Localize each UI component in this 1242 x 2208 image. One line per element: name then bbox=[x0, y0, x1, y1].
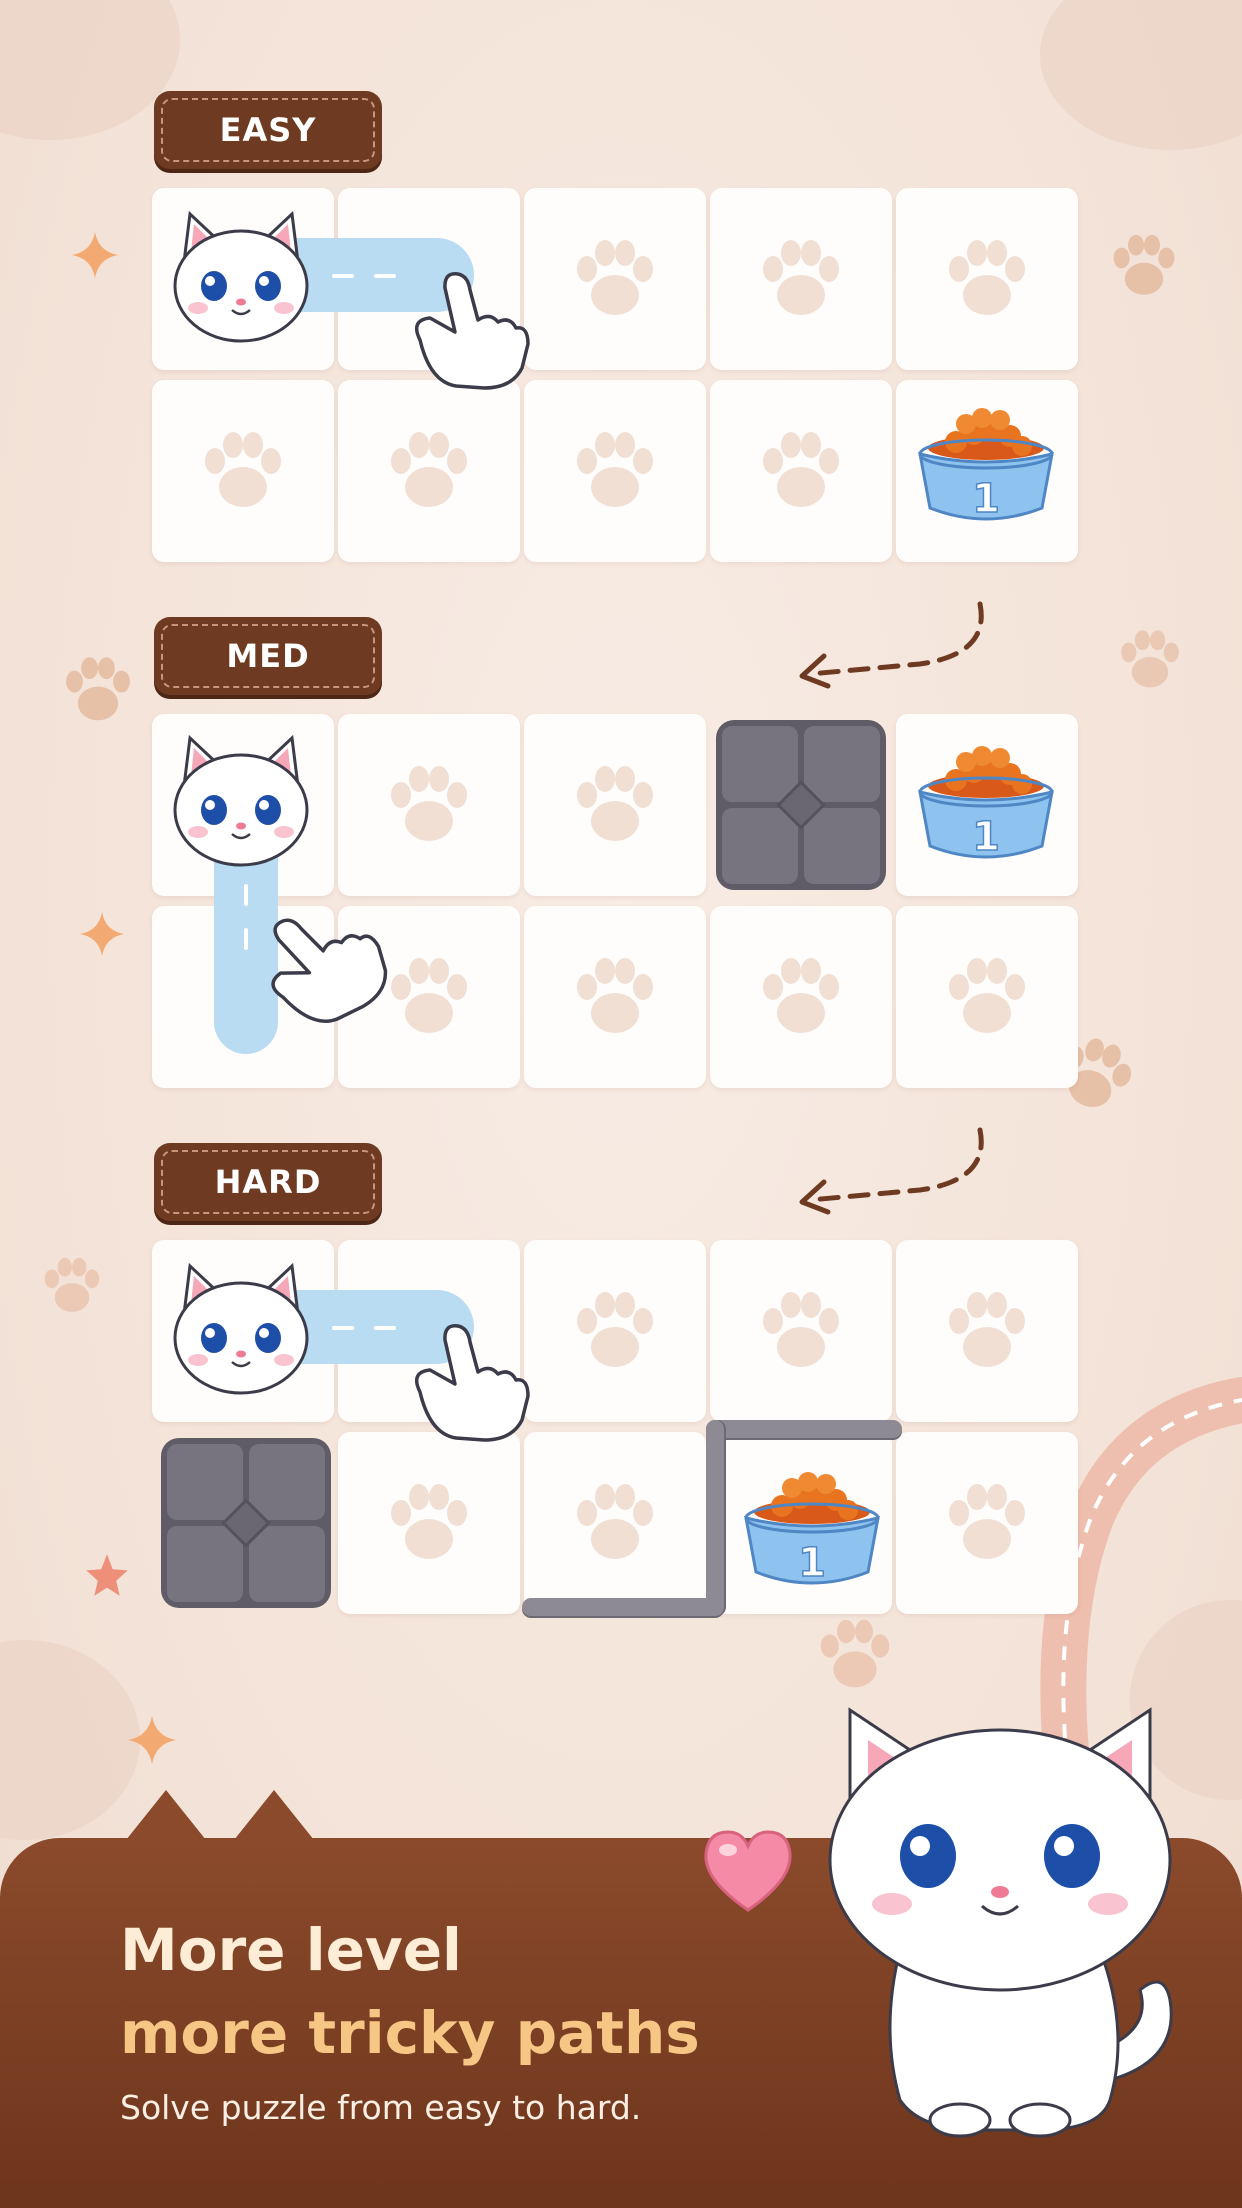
paw-icon bbox=[391, 1484, 467, 1559]
bowl-number: 1 bbox=[797, 1539, 826, 1587]
star-icon bbox=[86, 1554, 128, 1596]
food-bowl[interactable]: 1 bbox=[906, 396, 1066, 536]
grid-cell[interactable] bbox=[524, 188, 706, 370]
paw-icon bbox=[763, 432, 839, 507]
grid-cell[interactable] bbox=[710, 906, 892, 1088]
headline-line2: more tricky paths bbox=[120, 1999, 700, 2067]
paw-icon bbox=[577, 240, 653, 315]
paw-icon bbox=[949, 958, 1025, 1033]
dashed-arrow-icon bbox=[790, 594, 1010, 704]
paw-icon bbox=[391, 958, 467, 1033]
food-bowl[interactable]: 1 bbox=[732, 1460, 892, 1600]
grid-cell[interactable] bbox=[710, 1240, 892, 1422]
game-promo-screen: EASY 1 MED 1 HARD 1 More level more tric… bbox=[0, 0, 1242, 2208]
paw-icon bbox=[205, 432, 281, 507]
paw-icon bbox=[763, 240, 839, 315]
grid-cell[interactable] bbox=[152, 380, 334, 562]
dashed-arrow-icon bbox=[790, 1120, 1010, 1230]
cat-mascot bbox=[828, 1707, 1173, 2138]
grid-cell[interactable] bbox=[338, 380, 520, 562]
wall-barrier bbox=[706, 1420, 902, 1438]
grid-cell[interactable] bbox=[896, 188, 1078, 370]
sparkle-icon bbox=[72, 232, 118, 278]
grid-cell[interactable] bbox=[524, 714, 706, 896]
paw-icon bbox=[391, 432, 467, 507]
headline-line1: More level bbox=[120, 1916, 462, 1984]
grid-cell[interactable] bbox=[710, 380, 892, 562]
paw-icon bbox=[949, 1292, 1025, 1367]
grid-cell[interactable] bbox=[710, 188, 892, 370]
paw-icon bbox=[391, 766, 467, 841]
subtitle: Solve puzzle from easy to hard. bbox=[120, 2088, 642, 2127]
wall-barrier bbox=[706, 1420, 724, 1616]
cat-icon[interactable] bbox=[156, 1256, 326, 1406]
board-hard: 1 bbox=[152, 1240, 1084, 1616]
paw-icon bbox=[577, 766, 653, 841]
grid-cell-blocked bbox=[710, 714, 892, 896]
level-badge-med: MED bbox=[154, 617, 382, 695]
paw-icon bbox=[577, 432, 653, 507]
heart-icon bbox=[704, 1830, 792, 1912]
cat-icon[interactable] bbox=[156, 728, 326, 878]
grid-cell[interactable] bbox=[338, 714, 520, 896]
food-bowl[interactable]: 1 bbox=[906, 734, 1066, 874]
paw-icon bbox=[1113, 234, 1175, 295]
paw-icon bbox=[949, 240, 1025, 315]
grid-cell[interactable] bbox=[524, 906, 706, 1088]
grid-cell[interactable] bbox=[338, 1432, 520, 1614]
pointing-hand-icon bbox=[414, 272, 530, 390]
board-med: 1 bbox=[152, 714, 1084, 1090]
bowl-number: 1 bbox=[971, 813, 1000, 861]
grid-cell[interactable] bbox=[524, 1432, 706, 1614]
background-cloud bbox=[0, 0, 180, 140]
path-dash bbox=[374, 1326, 396, 1330]
rock-block-icon bbox=[159, 1436, 333, 1610]
grid-cell[interactable] bbox=[896, 906, 1078, 1088]
sparkle-icon bbox=[128, 1716, 176, 1764]
grid-cell[interactable] bbox=[896, 1240, 1078, 1422]
paw-icon bbox=[820, 1619, 890, 1688]
pointing-hand-icon bbox=[414, 1324, 530, 1442]
paw-icon bbox=[577, 1484, 653, 1559]
grid-cell[interactable] bbox=[524, 380, 706, 562]
path-dash bbox=[374, 274, 396, 278]
paw-icon bbox=[763, 958, 839, 1033]
paw-icon bbox=[763, 1292, 839, 1367]
paw-icon bbox=[577, 1292, 653, 1367]
level-label: EASY bbox=[219, 111, 317, 149]
paw-icon bbox=[66, 657, 130, 721]
level-badge-hard: HARD bbox=[154, 1143, 382, 1221]
paw-icon bbox=[577, 958, 653, 1033]
board-easy: 1 bbox=[152, 188, 1084, 564]
paw-icon bbox=[1121, 630, 1179, 688]
background-cloud bbox=[1040, 0, 1242, 150]
grid-cell-blocked bbox=[152, 1432, 334, 1614]
grid-cell[interactable] bbox=[524, 1240, 706, 1422]
sparkle-icon bbox=[80, 912, 124, 956]
path-dash bbox=[244, 884, 248, 906]
grid-cell[interactable] bbox=[896, 1432, 1078, 1614]
paw-icon bbox=[949, 1484, 1025, 1559]
level-label: MED bbox=[226, 637, 310, 675]
level-label: HARD bbox=[214, 1163, 322, 1201]
level-badge-easy: EASY bbox=[154, 91, 382, 169]
path-dash bbox=[332, 274, 354, 278]
wall-barrier bbox=[522, 1598, 724, 1616]
path-dash bbox=[332, 1326, 354, 1330]
cat-icon[interactable] bbox=[156, 204, 326, 354]
paw-icon bbox=[44, 1257, 100, 1312]
bowl-number: 1 bbox=[971, 475, 1000, 523]
rock-block-icon bbox=[714, 718, 888, 892]
